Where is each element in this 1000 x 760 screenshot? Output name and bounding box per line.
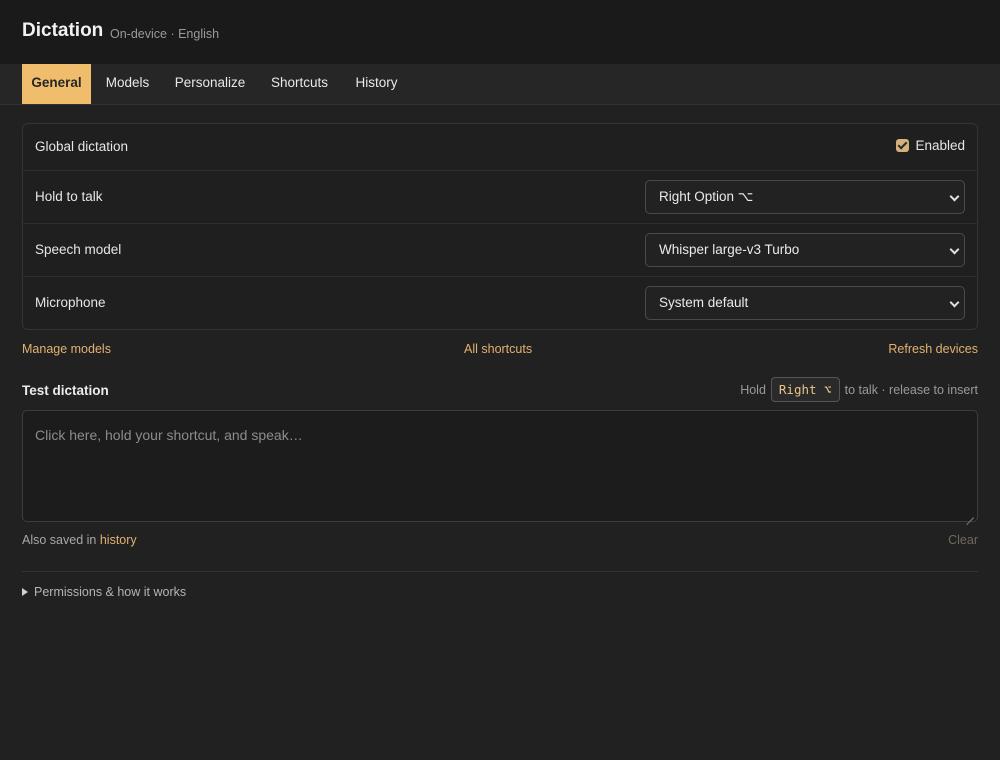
tab-personalize[interactable]: Personalize [170,64,250,104]
global-dictation-row: Global dictation Enabled [23,124,977,171]
chevron-down-icon [944,287,964,319]
settings-card: Global dictation Enabled Hold to talk Ri… [22,123,978,330]
shortcut-hint: Hold Right ⌥ to talk · release to insert [740,377,978,402]
resize-grip-icon[interactable] [966,510,974,518]
history-link[interactable]: history [100,533,137,547]
microphone-value: System default [659,295,749,310]
tab-shortcuts[interactable]: Shortcuts [266,64,333,104]
chevron-down-icon [944,234,964,266]
shortcut-key: Right ⌥ [770,377,840,402]
triangle-right-icon [22,588,28,596]
hold-to-talk-select[interactable]: Right Option ⌥ [645,180,965,214]
clear-button[interactable]: Clear [948,533,978,547]
hold-to-talk-row: Hold to talk Right Option ⌥ [23,171,977,224]
speech-model-select[interactable]: Whisper large-v3 Turbo [645,233,965,267]
saved-prefix: Also saved in [22,533,97,547]
saved-note: Also saved in history [22,533,137,547]
test-dictation-title: Test dictation [22,383,109,398]
textarea-placeholder: Click here, hold your shortcut, and spea… [35,427,303,443]
hint-prefix: Hold [740,382,766,397]
tab-history[interactable]: History [350,64,403,104]
app-title: Dictation [22,20,104,41]
manage-models-link[interactable]: Manage models [22,342,111,356]
tab-bar: General Models Personalize Shortcuts His… [0,64,1000,105]
tab-models[interactable]: Models [101,64,154,104]
app-subtitle: On-device · English [110,27,220,41]
enabled-label: Enabled [915,138,965,153]
microphone-select[interactable]: System default [645,286,965,320]
speech-model-row: Speech model Whisper large-v3 Turbo [23,224,977,277]
tab-general[interactable]: General [22,64,91,104]
refresh-devices-link[interactable]: Refresh devices [888,342,978,356]
hint-suffix: to talk · release to insert [844,382,978,397]
microphone-row: Microphone System default [23,277,977,330]
speech-model-value: Whisper large-v3 Turbo [659,242,800,257]
global-dictation-label: Global dictation [35,139,129,154]
speech-model-label: Speech model [35,242,122,257]
microphone-label: Microphone [35,295,106,310]
permissions-label: Permissions & how it works [34,585,187,599]
test-dictation-textarea[interactable]: Click here, hold your shortcut, and spea… [22,410,978,522]
divider [22,571,978,572]
hold-to-talk-value: Right Option ⌥ [659,189,754,204]
global-dictation-toggle[interactable]: Enabled [896,138,965,153]
chevron-down-icon [944,181,964,213]
all-shortcuts-link[interactable]: All shortcuts [464,342,532,356]
checkmark-icon[interactable] [896,139,910,152]
title-bar: Dictation On-device · English [0,0,1000,64]
permissions-disclosure[interactable]: Permissions & how it works [22,585,186,599]
hold-to-talk-label: Hold to talk [35,189,103,204]
